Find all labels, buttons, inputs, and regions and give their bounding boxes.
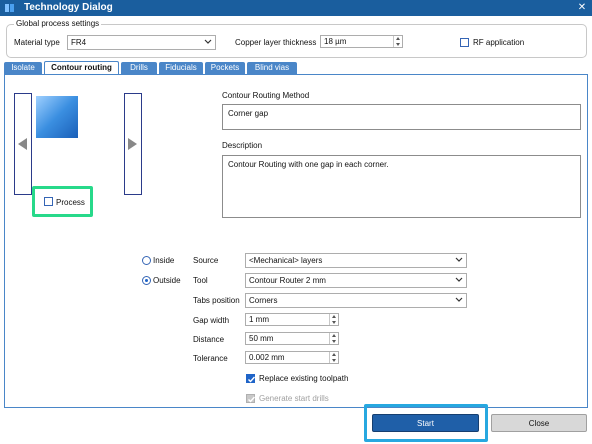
arrow-up-icon[interactable] bbox=[332, 334, 336, 337]
app-icon bbox=[5, 4, 14, 12]
arrow-up-icon[interactable] bbox=[332, 353, 336, 356]
material-type-label: Material type bbox=[14, 38, 60, 47]
chevron-down-icon bbox=[455, 297, 463, 302]
arrow-up-icon[interactable] bbox=[396, 37, 400, 40]
chevron-down-icon bbox=[204, 39, 212, 44]
tolerance-stepper[interactable]: 0.002 mm bbox=[245, 351, 339, 364]
rf-application-label: RF application bbox=[473, 38, 525, 47]
stepper-buttons[interactable] bbox=[393, 36, 402, 47]
method-label: Contour Routing Method bbox=[222, 91, 310, 100]
checkmark-icon bbox=[248, 396, 256, 403]
arrow-down-icon[interactable] bbox=[332, 321, 336, 324]
inside-radio[interactable] bbox=[142, 256, 151, 265]
copper-thickness-stepper[interactable]: 18 µm bbox=[320, 35, 403, 48]
process-label: Process bbox=[56, 198, 85, 207]
gap-width-stepper[interactable]: 1 mm bbox=[245, 313, 339, 326]
tab-pockets[interactable]: Pockets bbox=[205, 62, 245, 74]
tabs-position-value: Corners bbox=[249, 296, 278, 305]
replace-toolpath-label: Replace existing toolpath bbox=[259, 374, 349, 383]
source-combo[interactable]: <Mechanical> layers bbox=[245, 253, 467, 268]
chevron-down-icon bbox=[455, 257, 463, 262]
process-checkbox[interactable] bbox=[44, 197, 53, 206]
distance-label: Distance bbox=[193, 335, 225, 344]
method-preview-icon bbox=[36, 96, 78, 138]
arrow-down-icon[interactable] bbox=[396, 43, 400, 46]
source-value: <Mechanical> layers bbox=[249, 256, 323, 265]
stepper-buttons[interactable] bbox=[329, 333, 338, 344]
material-type-value: FR4 bbox=[71, 38, 87, 47]
arrow-right-icon bbox=[128, 138, 137, 150]
description-label: Description bbox=[222, 141, 263, 150]
source-label: Source bbox=[193, 256, 219, 265]
window-title: Technology Dialog bbox=[24, 2, 113, 13]
tool-label: Tool bbox=[193, 276, 208, 285]
description-field: Contour Routing with one gap in each cor… bbox=[222, 155, 581, 218]
stepper-buttons[interactable] bbox=[329, 352, 338, 363]
generate-start-drills-label: Generate start drills bbox=[259, 394, 329, 403]
rf-application-checkbox[interactable] bbox=[460, 38, 469, 47]
arrow-left-icon bbox=[18, 138, 27, 150]
start-button[interactable]: Start bbox=[372, 414, 479, 432]
arrow-up-icon[interactable] bbox=[332, 315, 336, 318]
replace-toolpath-checkbox[interactable] bbox=[246, 374, 256, 383]
distance-value: 50 mm bbox=[249, 334, 274, 343]
copper-thickness-label: Copper layer thickness bbox=[235, 38, 317, 47]
outside-label: Outside bbox=[153, 276, 181, 285]
description-value: Contour Routing with one gap in each cor… bbox=[228, 160, 389, 169]
tab-strip: Isolate Contour routing Drills Fiducials… bbox=[4, 61, 588, 74]
gap-width-label: Gap width bbox=[193, 316, 230, 325]
chevron-down-icon bbox=[455, 277, 463, 282]
distance-stepper[interactable]: 50 mm bbox=[245, 332, 339, 345]
generate-start-drills-checkbox bbox=[246, 394, 256, 403]
stepper-buttons[interactable] bbox=[329, 314, 338, 325]
method-value: Corner gap bbox=[228, 109, 269, 118]
outside-radio[interactable] bbox=[142, 276, 151, 285]
material-type-combo[interactable]: FR4 bbox=[67, 35, 216, 50]
tool-value: Contour Router 2 mm bbox=[249, 276, 326, 285]
copper-thickness-value: 18 µm bbox=[324, 37, 347, 46]
tolerance-value: 0.002 mm bbox=[249, 353, 285, 362]
close-button[interactable]: Close bbox=[491, 414, 587, 432]
global-settings-title: Global process settings bbox=[14, 19, 102, 28]
gap-width-value: 1 mm bbox=[249, 315, 269, 324]
next-method-button[interactable] bbox=[124, 93, 142, 195]
tab-isolate[interactable]: Isolate bbox=[4, 62, 42, 74]
tool-combo[interactable]: Contour Router 2 mm bbox=[245, 273, 467, 288]
arrow-down-icon[interactable] bbox=[332, 359, 336, 362]
previous-method-button[interactable] bbox=[14, 93, 32, 195]
tolerance-label: Tolerance bbox=[193, 354, 228, 363]
tab-contour-routing[interactable]: Contour routing bbox=[44, 61, 119, 74]
arrow-down-icon[interactable] bbox=[332, 340, 336, 343]
tab-fiducials[interactable]: Fiducials bbox=[159, 62, 203, 74]
technology-dialog: Technology Dialog ✕ Global process setti… bbox=[0, 0, 592, 444]
checkmark-icon bbox=[248, 376, 256, 383]
title-bar: Technology Dialog ✕ bbox=[0, 0, 592, 16]
method-field: Corner gap bbox=[222, 104, 581, 130]
tab-blind-vias[interactable]: Blind vias bbox=[247, 62, 297, 74]
tabs-position-label: Tabs position bbox=[193, 296, 240, 305]
close-icon[interactable]: ✕ bbox=[576, 1, 588, 14]
tab-drills[interactable]: Drills bbox=[121, 62, 157, 74]
inside-label: Inside bbox=[153, 256, 175, 265]
tabs-position-combo[interactable]: Corners bbox=[245, 293, 467, 308]
